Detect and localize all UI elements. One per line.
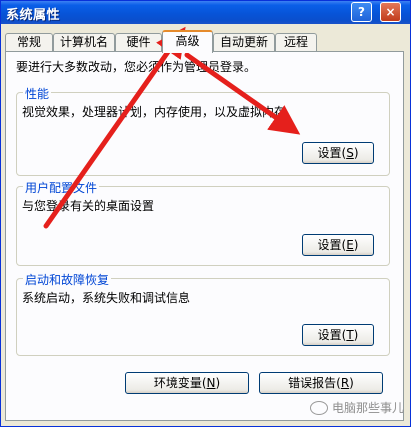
window-title: 系统属性: [6, 8, 61, 23]
error-reporting-button[interactable]: 错误报告(R): [259, 372, 383, 394]
startup-recovery-settings-button[interactable]: 设置(T): [302, 324, 374, 346]
startup-recovery-title: 启动和故障恢复: [23, 271, 112, 288]
performance-settings-label: 设置: [317, 146, 342, 160]
tab-computer-name[interactable]: 计算机名: [53, 33, 115, 52]
title-bar[interactable]: 系统属性 ? ×: [1, 1, 410, 24]
startup-recovery-description: 系统启动，系统失败和调试信息: [22, 291, 191, 305]
wechat-icon: [309, 400, 328, 415]
startup-recovery-settings-accesskey: T: [346, 328, 354, 342]
startup-recovery-settings-label: 设置: [317, 328, 342, 342]
environment-variables-button[interactable]: 环境变量(N): [125, 372, 249, 394]
performance-title: 性能: [23, 85, 52, 102]
performance-group: 性能 视觉效果，处理器计划，内存使用，以及虚拟内存 设置(S): [16, 85, 390, 176]
tab-advanced[interactable]: 高级: [162, 30, 213, 53]
advanced-tab-panel: 要进行大多数改动，您必须作为管理员登录。 性能 视觉效果，处理器计划，内存使用，…: [5, 51, 404, 421]
help-button[interactable]: ?: [351, 2, 372, 22]
startup-recovery-group: 启动和故障恢复 系统启动，系统失败和调试信息 设置(T): [16, 271, 390, 356]
tab-general[interactable]: 常规: [5, 33, 53, 52]
error-reporting-accesskey: R: [340, 376, 350, 390]
performance-description: 视觉效果，处理器计划，内存使用，以及虚拟内存: [22, 105, 287, 119]
user-profiles-settings-button[interactable]: 设置(E): [302, 234, 374, 256]
close-button[interactable]: ×: [380, 2, 401, 22]
user-profiles-description: 与您登录有关的桌面设置: [22, 199, 155, 213]
performance-settings-button[interactable]: 设置(S): [302, 142, 374, 164]
watermark: 电脑那些事儿: [309, 399, 404, 416]
environment-variables-accesskey: N: [206, 376, 216, 390]
watermark-text: 电脑那些事儿: [331, 401, 404, 415]
environment-variables-label: 环境变量: [153, 376, 202, 390]
user-profiles-group: 用户配置文件 与您登录有关的桌面设置 设置(E): [16, 179, 390, 266]
error-reporting-label: 错误报告: [288, 376, 337, 390]
tab-remote[interactable]: 远程: [275, 33, 317, 52]
user-profiles-settings-accesskey: E: [346, 238, 354, 252]
system-properties-window: 系统属性 ? × 常规 计算机名 硬件 高级 自动更新 远程 要进行大多数改动，…: [0, 0, 411, 427]
tab-automatic-updates[interactable]: 自动更新: [213, 33, 275, 52]
user-profiles-title: 用户配置文件: [23, 179, 100, 196]
admin-notice: 要进行大多数改动，您必须作为管理员登录。: [16, 60, 257, 74]
tab-hardware[interactable]: 硬件: [115, 33, 162, 52]
performance-settings-accesskey: S: [346, 146, 354, 160]
user-profiles-settings-label: 设置: [317, 238, 342, 252]
